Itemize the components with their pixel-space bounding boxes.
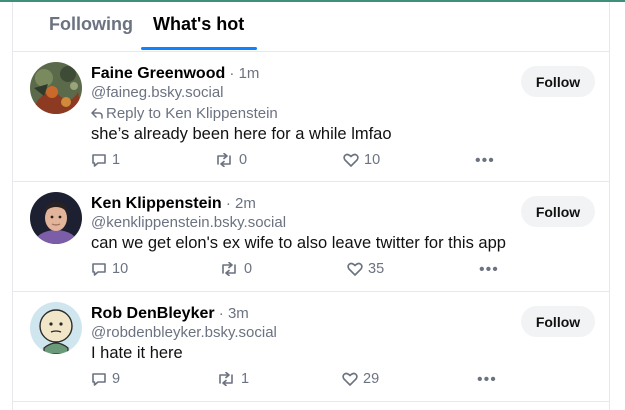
- author-name[interactable]: Ken Klippenstein: [91, 195, 222, 212]
- reply-arrow-icon: [91, 108, 103, 119]
- avatar[interactable]: [30, 62, 82, 114]
- post-author-line: Faine Greenwood · 1m: [91, 65, 259, 83]
- reply-to-text: Reply to Ken Klippenstein: [106, 105, 278, 122]
- reply-button[interactable]: 9: [91, 371, 120, 387]
- comment-icon: [92, 262, 106, 276]
- author-name[interactable]: Faine Greenwood: [91, 65, 225, 82]
- post-actions: 1 0 10 •••: [91, 152, 591, 172]
- separator: ·: [214, 305, 228, 322]
- feed-tabs: Following What's hot: [12, 2, 610, 52]
- post-text: I hate it here: [91, 344, 183, 362]
- post-item[interactable]: Rob DenBleyker · 3m @robdenbleyker.bsky.…: [12, 292, 610, 402]
- comment-icon: [92, 372, 106, 386]
- post-time[interactable]: 2m: [235, 195, 256, 212]
- tab-whats-hot[interactable]: What's hot: [153, 14, 244, 35]
- follow-button[interactable]: Follow: [521, 306, 595, 337]
- tab-following[interactable]: Following: [49, 14, 133, 35]
- repost-button[interactable]: 1: [216, 371, 249, 387]
- post-text: can we get elon's ex wife to also leave …: [91, 234, 506, 252]
- heart-icon: [347, 262, 363, 276]
- post-text: she’s already been here for a while lmfa…: [91, 125, 392, 143]
- heart-icon: [343, 153, 359, 167]
- author-handle[interactable]: @kenklippenstein.bsky.social: [91, 214, 286, 231]
- more-options-icon[interactable]: •••: [477, 371, 497, 389]
- repost-count: 0: [244, 261, 253, 277]
- repost-button[interactable]: 0: [214, 152, 247, 168]
- follow-button[interactable]: Follow: [521, 66, 595, 97]
- repost-icon: [217, 153, 231, 167]
- reply-context[interactable]: Reply to Ken Klippenstein: [91, 105, 278, 122]
- like-count: 10: [364, 152, 381, 168]
- post-item[interactable]: Faine Greenwood · 1m @faineg.bsky.social…: [12, 52, 610, 182]
- post-actions: 10 0 35 •••: [91, 261, 591, 281]
- separator: ·: [225, 65, 239, 82]
- post-time[interactable]: 1m: [239, 65, 260, 82]
- repost-icon: [222, 262, 236, 276]
- post-author-line: Ken Klippenstein · 2m: [91, 195, 256, 213]
- comment-icon: [92, 153, 106, 167]
- like-count: 35: [368, 261, 385, 277]
- like-count: 29: [363, 371, 380, 387]
- post-actions: 9 1 29 •••: [91, 371, 591, 391]
- author-handle[interactable]: @robdenbleyker.bsky.social: [91, 324, 277, 341]
- avatar[interactable]: [30, 302, 82, 354]
- like-button[interactable]: 29: [342, 371, 379, 387]
- author-handle[interactable]: @faineg.bsky.social: [91, 84, 224, 101]
- follow-button[interactable]: Follow: [521, 196, 595, 227]
- reply-count: 1: [112, 152, 121, 168]
- post-author-line: Rob DenBleyker · 3m: [91, 305, 249, 323]
- repost-icon: [219, 372, 233, 386]
- reply-button[interactable]: 1: [91, 152, 120, 168]
- reply-count: 9: [112, 371, 121, 387]
- more-options-icon[interactable]: •••: [479, 261, 499, 279]
- more-options-icon[interactable]: •••: [475, 152, 495, 170]
- author-name[interactable]: Rob DenBleyker: [91, 305, 215, 322]
- heart-icon: [342, 372, 358, 386]
- post-item[interactable]: Ken Klippenstein · 2m @kenklippenstein.b…: [12, 182, 610, 292]
- post-time[interactable]: 3m: [228, 305, 249, 322]
- repost-count: 1: [241, 371, 250, 387]
- avatar[interactable]: [30, 192, 82, 244]
- separator: ·: [221, 195, 236, 212]
- reply-button[interactable]: 10: [91, 261, 128, 277]
- repost-button[interactable]: 0: [219, 261, 252, 277]
- active-tab-indicator: [141, 47, 257, 50]
- repost-count: 0: [239, 152, 248, 168]
- like-button[interactable]: 35: [347, 261, 384, 277]
- like-button[interactable]: 10: [343, 152, 380, 168]
- reply-count: 10: [112, 261, 129, 277]
